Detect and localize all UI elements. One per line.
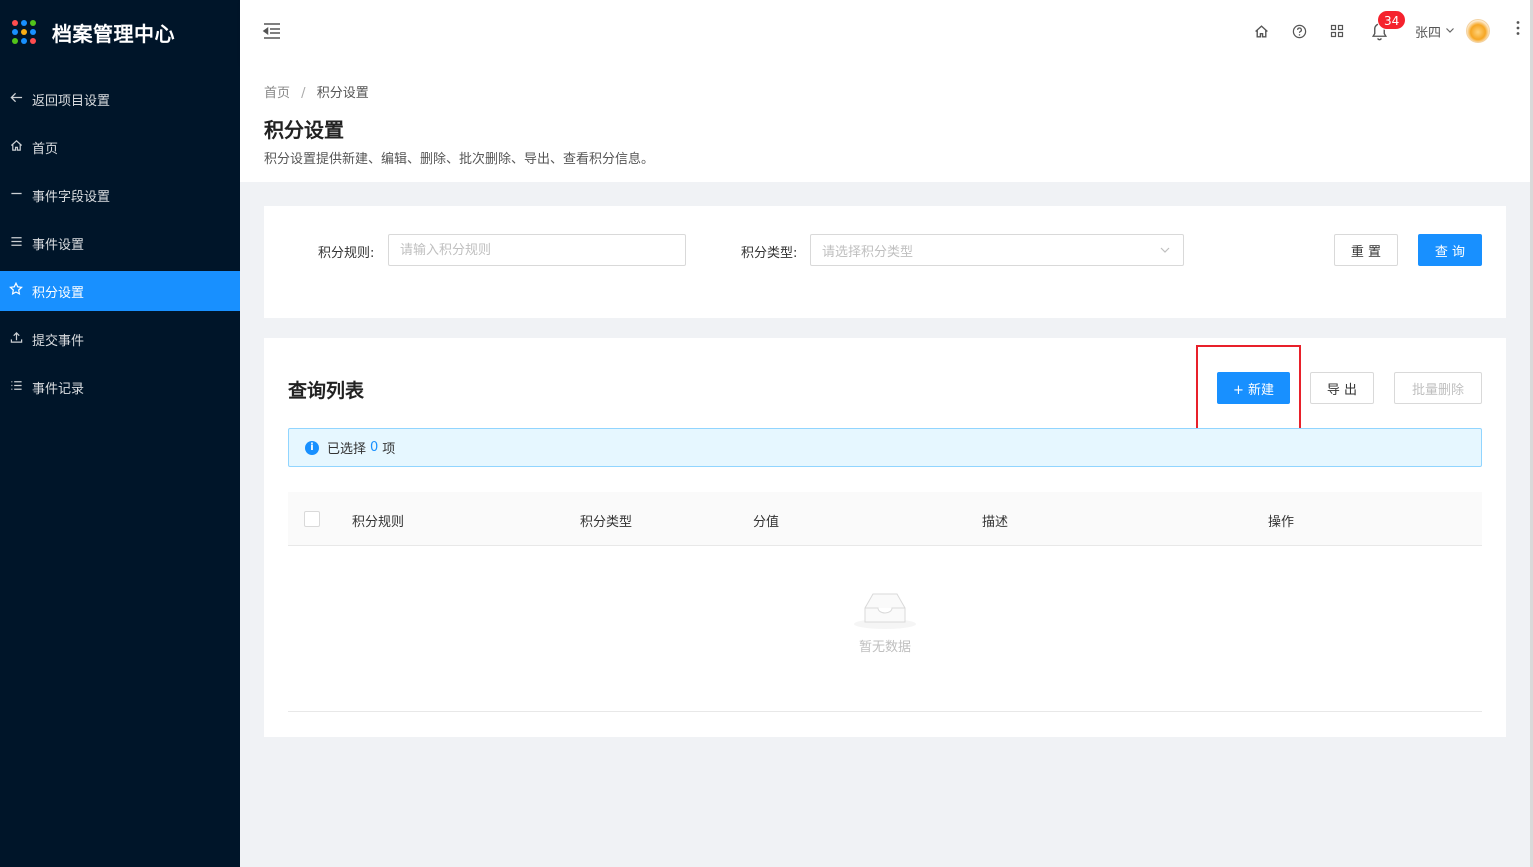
column-header-rule[interactable]: 积分规则 — [352, 511, 404, 530]
sidebar-item-label: 首页 — [32, 141, 59, 157]
sidebar-item-label: 事件记录 — [32, 381, 85, 397]
arrow-left-icon — [8, 91, 24, 108]
breadcrumb-separator: / — [301, 86, 306, 101]
sidebar-item-back-to-project[interactable]: 返回项目设置 — [0, 79, 240, 119]
points-rule-label: 积分规则: — [318, 246, 375, 261]
selection-count: 0 — [370, 440, 379, 455]
reset-button[interactable]: 重 置 — [1334, 234, 1398, 266]
avatar[interactable] — [1466, 19, 1490, 43]
user-name: 张四 — [1415, 26, 1442, 41]
notification-badge: 34 — [1377, 10, 1407, 30]
breadcrumb: 首页 / 积分设置 — [264, 82, 369, 101]
user-menu[interactable]: 张四 — [1415, 22, 1455, 41]
table-bottom-border — [288, 711, 1482, 712]
points-type-placeholder: 请选择积分类型 — [822, 244, 914, 260]
apps-icon[interactable] — [1328, 22, 1346, 40]
empty-state: 暂无数据 — [264, 586, 1506, 655]
breadcrumb-current: 积分设置 — [316, 86, 369, 101]
points-type-label: 积分类型: — [741, 246, 798, 261]
export-button[interactable]: 导 出 — [1310, 372, 1374, 404]
list-icon — [8, 379, 24, 396]
more-vertical-icon[interactable] — [1515, 20, 1521, 39]
page-description: 积分设置提供新建、编辑、删除、批次删除、导出、查看积分信息。 — [264, 152, 655, 167]
menu-fold-icon[interactable] — [262, 22, 284, 42]
sidebar-item-points-settings[interactable]: 积分设置 — [0, 271, 240, 311]
selection-suffix: 项 — [382, 442, 396, 457]
sidebar-item-submit-event[interactable]: 提交事件 — [0, 319, 240, 359]
minus-icon — [8, 187, 24, 204]
upload-icon — [8, 331, 24, 348]
home-icon[interactable] — [1252, 22, 1270, 40]
points-rule-input[interactable] — [388, 234, 686, 266]
column-header-score[interactable]: 分值 — [753, 511, 779, 530]
query-button[interactable]: 查 询 — [1418, 234, 1482, 266]
menu-icon — [8, 235, 24, 252]
page-header: 首页 / 积分设置 积分设置 积分设置提供新建、编辑、删除、批次删除、导出、查看… — [240, 64, 1530, 182]
sidebar-item-home[interactable]: 首页 — [0, 127, 240, 167]
logo[interactable]: 档案管理中心 — [0, 0, 240, 64]
chevron-down-icon — [1445, 25, 1455, 38]
sidebar-item-label: 提交事件 — [32, 333, 85, 349]
column-header-type[interactable]: 积分类型 — [580, 511, 632, 530]
sidebar-item-label: 事件字段设置 — [32, 189, 111, 205]
star-icon — [8, 281, 24, 300]
sidebar-item-label: 返回项目设置 — [32, 93, 111, 109]
batch-delete-button[interactable]: 批量删除 — [1394, 372, 1482, 404]
empty-inbox-icon — [854, 593, 916, 629]
column-header-actions: 操作 — [1268, 515, 1295, 530]
selection-prefix: 已选择 — [327, 442, 367, 457]
sidebar-item-event-fields[interactable]: 事件字段设置 — [0, 175, 240, 215]
sidebar-item-label: 积分设置 — [32, 285, 85, 301]
sidebar-item-event-records[interactable]: 事件记录 — [0, 367, 240, 407]
query-list-card: 查询列表 + 新建 导 出 批量删除 i 已选择 0 项 积分规则 积分类型 分… — [264, 338, 1506, 737]
sidebar: 档案管理中心 返回项目设置 首页 事件字段设置 事件设置 积分设置 提交事件 事… — [0, 0, 240, 867]
search-form: 积分规则: 积分类型: 请选择积分类型 重 置 查 询 — [264, 206, 1506, 318]
help-icon[interactable] — [1290, 22, 1308, 40]
sidebar-item-event-settings[interactable]: 事件设置 — [0, 223, 240, 263]
points-type-select[interactable]: 请选择积分类型 — [810, 234, 1184, 266]
chevron-down-icon — [1159, 244, 1171, 256]
sidebar-menu: 返回项目设置 首页 事件字段设置 事件设置 积分设置 提交事件 事件记录 — [0, 79, 240, 407]
empty-text: 暂无数据 — [858, 640, 911, 655]
list-title: 查询列表 — [288, 380, 365, 402]
new-button[interactable]: + 新建 — [1217, 372, 1290, 404]
top-header: 34 张四 — [240, 0, 1530, 64]
selection-alert: i 已选择 0 项 — [288, 428, 1482, 467]
home-icon — [8, 139, 24, 156]
app-grid-icon — [12, 20, 36, 44]
table-header: 积分规则 积分类型 分值 描述 操作 — [288, 492, 1482, 546]
select-all-checkbox[interactable] — [304, 511, 320, 527]
breadcrumb-home[interactable]: 首页 — [264, 86, 290, 101]
sidebar-item-label: 事件设置 — [32, 237, 85, 253]
app-title: 档案管理中心 — [52, 21, 175, 46]
page-title: 积分设置 — [264, 118, 344, 142]
column-header-description[interactable]: 描述 — [982, 511, 1008, 530]
info-icon: i — [305, 440, 319, 455]
